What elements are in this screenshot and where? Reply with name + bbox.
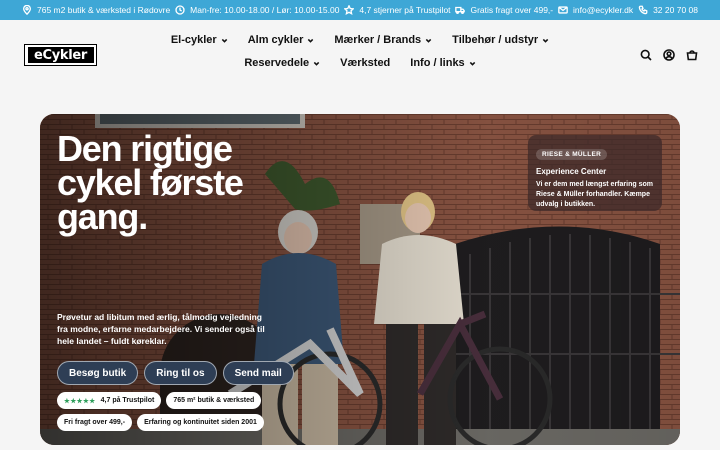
chevron-down-icon: [313, 61, 320, 66]
visit-store-button[interactable]: Besøg butik: [57, 361, 139, 385]
cart-icon[interactable]: [686, 49, 698, 61]
announcement-trustpilot: 4,7 stjerner på Trustpilot: [344, 5, 451, 15]
nav-item-reservedele[interactable]: Reservedele: [244, 57, 320, 69]
trustpilot-badge[interactable]: ★★★★★ 4,7 på Trustpilot: [57, 392, 162, 409]
announcement-text: Gratis fragt over 499,-: [470, 5, 554, 15]
announcement-location: 765 m2 butik & værksted i Rødovre: [22, 5, 170, 15]
call-us-button[interactable]: Ring til os: [144, 361, 217, 385]
announcement-shipping: Gratis fragt over 499,-: [455, 5, 553, 15]
announcement-text: Man-fre: 10.00-18.00 / Lør: 10.00-15.00: [190, 5, 340, 15]
nav-item-alm-cykler[interactable]: Alm cykler: [248, 34, 315, 46]
nav-item-info[interactable]: Info / links: [410, 57, 475, 69]
experience-center-text: Vi er dem med længst erfaring som Riese …: [536, 181, 653, 208]
chevron-down-icon: [221, 38, 227, 43]
nav-item-tilbehor[interactable]: Tilbehør / udstyr: [452, 34, 549, 46]
chevron-down-icon: [308, 38, 314, 43]
hero-headline: Den rigtige cykel første gang.: [57, 128, 244, 237]
announcement-text: 765 m2 butik & værksted i Rødovre: [37, 5, 171, 15]
truck-icon: [455, 6, 466, 14]
announcement-text[interactable]: info@ecykler.dk: [573, 5, 633, 15]
nav-item-label[interactable]: Tilbehør / udstyr: [452, 34, 538, 46]
account-icon[interactable]: [663, 49, 675, 61]
nav-item-brands[interactable]: Mærker / Brands: [334, 34, 432, 46]
logo-text[interactable]: eCykler: [27, 47, 94, 63]
header-icons: [640, 49, 698, 61]
main-navigation: El-cykler Alm cykler Mærker / Brands Til…: [140, 34, 580, 69]
star-rating-icon: ★★★★★: [64, 397, 96, 405]
search-icon[interactable]: [640, 49, 652, 61]
free-shipping-badge: Fri fragt over 499,-: [57, 414, 133, 431]
nav-item-vaerksted[interactable]: Værksted: [340, 57, 390, 69]
brand-tag: RIESE & MÜLLER: [536, 149, 608, 160]
nav-item-label[interactable]: Alm cykler: [248, 34, 304, 46]
nav-item-el-cykler[interactable]: El-cykler: [171, 34, 228, 46]
badge-text: 4,7 på Trustpilot: [100, 397, 155, 404]
chevron-down-icon: [469, 61, 475, 66]
mail-icon: [558, 6, 568, 14]
nav-item-label[interactable]: Mærker / Brands: [334, 34, 421, 46]
hero-subtext: Prøvetur ad libitum med ærlig, tålmodig …: [57, 312, 265, 346]
hero-banner: Den rigtige cykel første gang. Prøvetur …: [40, 114, 680, 445]
chevron-down-icon: [425, 38, 432, 43]
store-size-badge: 765 m² butik & værksted: [166, 392, 262, 409]
phone-icon: [638, 5, 648, 15]
experience-center-card[interactable]: RIESE & MÜLLER Experience Center Vi er d…: [528, 135, 662, 211]
location-pin-icon: [22, 5, 32, 15]
announcement-text: 4,7 stjerner på Trustpilot: [359, 5, 451, 15]
nav-item-label[interactable]: Info / links: [410, 57, 464, 69]
chevron-down-icon: [542, 38, 549, 43]
announcement-bar: 765 m2 butik & værksted i Rødovre Man-fr…: [0, 0, 720, 20]
experience-badge: Erfaring og kontinuitet siden 2001: [137, 414, 264, 431]
announcement-phone[interactable]: 32 20 70 08: [638, 5, 698, 15]
announcement-hours: Man-fre: 10.00-18.00 / Lør: 10.00-15.00: [175, 5, 339, 15]
site-logo[interactable]: eCykler: [24, 44, 97, 66]
nav-item-label[interactable]: El-cykler: [171, 34, 217, 46]
experience-center-title: Experience Center: [536, 167, 607, 176]
hero-badges: ★★★★★ 4,7 på Trustpilot 765 m² butik & v…: [57, 392, 277, 431]
nav-item-label[interactable]: Reservedele: [244, 57, 309, 69]
site-header: eCykler El-cykler Alm cykler Mærker / Br…: [0, 20, 720, 88]
nav-item-label[interactable]: Værksted: [340, 57, 390, 69]
send-mail-button[interactable]: Send mail: [222, 361, 294, 385]
star-icon: [344, 5, 355, 15]
clock-icon: [175, 5, 185, 15]
announcement-email[interactable]: info@ecykler.dk: [558, 5, 633, 15]
hero-buttons: Besøg butik Ring til os Send mail: [57, 361, 294, 385]
announcement-text[interactable]: 32 20 70 08: [653, 5, 698, 15]
